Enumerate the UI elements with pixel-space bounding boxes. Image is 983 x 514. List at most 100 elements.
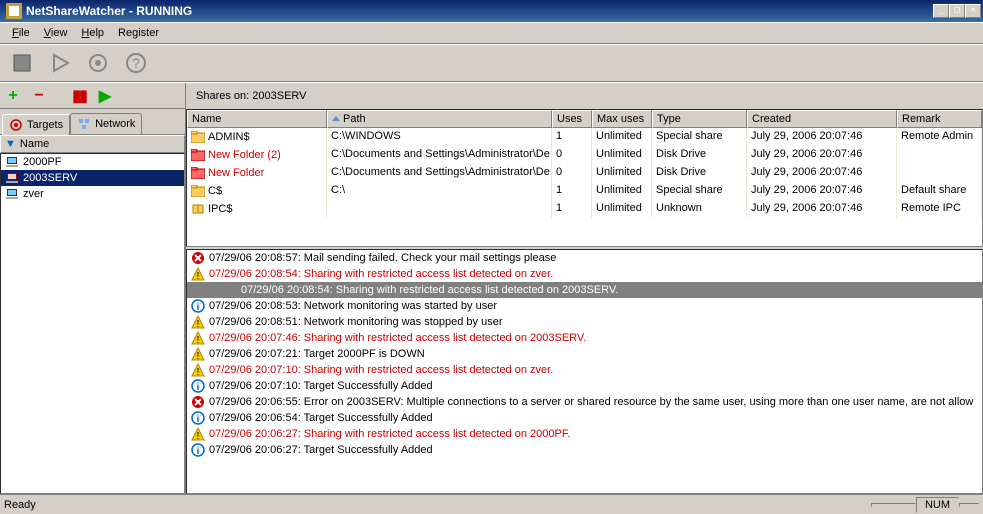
error-icon <box>191 395 205 409</box>
tree-header[interactable]: ▼ Name <box>0 135 185 153</box>
maximize-button[interactable]: □ <box>949 4 965 18</box>
menu-help-label: elp <box>89 27 104 39</box>
cell-path: C:\ <box>327 182 552 200</box>
log-row[interactable]: ! 07/29/06 20:07:10: Sharing with restric… <box>187 362 982 378</box>
folder-icon <box>191 148 205 162</box>
tree-item-label: 2003SERV <box>23 172 77 184</box>
pause-button[interactable]: ▮▮ <box>70 86 88 106</box>
log-text: 07/29/06 20:06:27: Target Successfully A… <box>209 442 433 458</box>
folder-icon <box>191 166 205 180</box>
help-button[interactable]: ? <box>122 49 150 77</box>
warn-icon: ! <box>191 363 205 377</box>
cell-uses: 0 <box>552 146 592 164</box>
app-icon <box>6 3 22 19</box>
log-row[interactable]: 07/29/06 20:08:57: Mail sending failed. … <box>187 250 982 266</box>
table-row[interactable]: C$C:\1UnlimitedSpecial shareJuly 29, 200… <box>187 182 982 200</box>
table-row[interactable]: New FolderC:\Documents and Settings\Admi… <box>187 164 982 182</box>
tree-header-label: Name <box>20 138 49 150</box>
col-uses[interactable]: Uses <box>552 110 592 128</box>
menu-view[interactable]: View <box>38 25 74 41</box>
log-row[interactable]: i 07/29/06 20:08:53: Network monitoring w… <box>187 298 982 314</box>
log-row[interactable]: !07/29/06 20:07:46: Sharing with restric… <box>187 330 982 346</box>
cell-type: Special share <box>652 182 747 200</box>
minimize-button[interactable]: _ <box>933 4 949 18</box>
cell-created: July 29, 2006 20:07:46 <box>747 164 897 182</box>
cell-type: Disk Drive <box>652 164 747 182</box>
col-remark[interactable]: Remark <box>897 110 982 128</box>
tab-targets[interactable]: Targets <box>2 114 70 135</box>
log-text: 07/29/06 20:08:54: Sharing with restrict… <box>209 266 553 282</box>
settings-button[interactable] <box>84 49 112 77</box>
svg-text:i: i <box>197 414 200 425</box>
log-text: 07/29/06 20:08:53: Network monitoring wa… <box>209 298 497 314</box>
tree-item[interactable]: 2003SERV <box>1 170 184 186</box>
folder-icon <box>191 130 205 144</box>
close-button[interactable]: ✕ <box>965 4 981 18</box>
chevron-down-icon: ▼ <box>5 138 16 150</box>
menu-register[interactable]: Register <box>112 25 165 41</box>
tab-network-label: Network <box>95 118 135 130</box>
log-row[interactable]: 07/29/06 20:08:54: Sharing with restrict… <box>187 282 982 298</box>
log-text: 07/29/06 20:07:21: Target 2000PF is DOWN <box>209 346 425 362</box>
log-row[interactable]: ! 07/29/06 20:07:21: Target 2000PF is DOW… <box>187 346 982 362</box>
window-title: NetShareWatcher - RUNNING <box>26 4 933 18</box>
left-tabs: Targets Network <box>0 109 185 135</box>
menu-file[interactable]: File <box>6 25 36 41</box>
col-name[interactable]: Name <box>187 110 327 128</box>
target-tree[interactable]: 2000PF 2003SERV zver <box>0 153 185 494</box>
remove-target-button[interactable]: − <box>30 87 48 105</box>
col-created[interactable]: Created <box>747 110 897 128</box>
tab-network[interactable]: Network <box>70 113 142 134</box>
cell-max: Unlimited <box>592 146 652 164</box>
warn-icon: ! <box>191 427 205 441</box>
col-path[interactable]: Path <box>327 110 552 128</box>
cell-created: July 29, 2006 20:07:46 <box>747 182 897 200</box>
play-button[interactable] <box>46 49 74 77</box>
log-panel[interactable]: 07/29/06 20:08:57: Mail sending failed. … <box>186 249 983 494</box>
table-row[interactable]: IPC$1UnlimitedUnknownJuly 29, 2006 20:07… <box>187 200 982 218</box>
cell-type: Disk Drive <box>652 146 747 164</box>
info-icon: i <box>191 379 205 393</box>
stop-button[interactable] <box>8 49 36 77</box>
warn-icon: ! <box>191 347 205 361</box>
log-row[interactable]: !07/29/06 20:08:51: Network monitoring w… <box>187 314 982 330</box>
run-button[interactable]: ▶ <box>96 86 114 106</box>
menu-help[interactable]: Help <box>75 25 110 41</box>
folder-icon <box>191 184 205 198</box>
error-icon <box>191 251 205 265</box>
tree-item[interactable]: 2000PF <box>1 154 184 170</box>
cell-created: July 29, 2006 20:07:46 <box>747 128 897 146</box>
blank-icon <box>191 283 205 297</box>
table-row[interactable]: ADMIN$C:\WINDOWS1UnlimitedSpecial shareJ… <box>187 128 982 146</box>
tree-item-label: 2000PF <box>23 156 62 168</box>
cell-max: Unlimited <box>592 200 652 218</box>
add-target-button[interactable]: + <box>4 87 22 105</box>
tree-item[interactable]: zver <box>1 186 184 202</box>
cell-path <box>327 200 552 218</box>
shares-grid[interactable]: Name Path Uses Max uses Type Created Rem… <box>186 109 983 247</box>
log-row[interactable]: i 07/29/06 20:07:10: Target Successfully … <box>187 378 982 394</box>
col-type[interactable]: Type <box>652 110 747 128</box>
menu-file-label: ile <box>19 27 30 39</box>
log-row[interactable]: 07/29/06 20:06:55: Error on 2003SERV: Mu… <box>187 394 982 410</box>
cell-type: Special share <box>652 128 747 146</box>
log-text: 07/29/06 20:07:10: Target Successfully A… <box>209 378 433 394</box>
cell-remark: Remote Admin <box>897 128 982 146</box>
log-row[interactable]: i 07/29/06 20:06:27: Target Successfully … <box>187 442 982 458</box>
cell-uses: 1 <box>552 128 592 146</box>
titlebar: NetShareWatcher - RUNNING _ □ ✕ <box>0 0 983 22</box>
svg-text:i: i <box>197 382 200 393</box>
col-maxuses[interactable]: Max uses <box>592 110 652 128</box>
svg-text:i: i <box>197 446 200 457</box>
svg-text:i: i <box>197 302 200 313</box>
log-text: 07/29/06 20:07:10: Sharing with restrict… <box>209 362 553 378</box>
log-row[interactable]: !07/29/06 20:06:27: Sharing with restric… <box>187 426 982 442</box>
cell-path: C:\WINDOWS <box>327 128 552 146</box>
svg-text:!: ! <box>197 431 200 441</box>
table-row[interactable]: New Folder (2)C:\Documents and Settings\… <box>187 146 982 164</box>
log-row[interactable]: !07/29/06 20:08:54: Sharing with restric… <box>187 266 982 282</box>
cell-remark: Default share <box>897 182 982 200</box>
info-icon: i <box>191 443 205 457</box>
svg-text:!: ! <box>197 367 200 377</box>
log-row[interactable]: i07/29/06 20:06:54: Target Successfully … <box>187 410 982 426</box>
